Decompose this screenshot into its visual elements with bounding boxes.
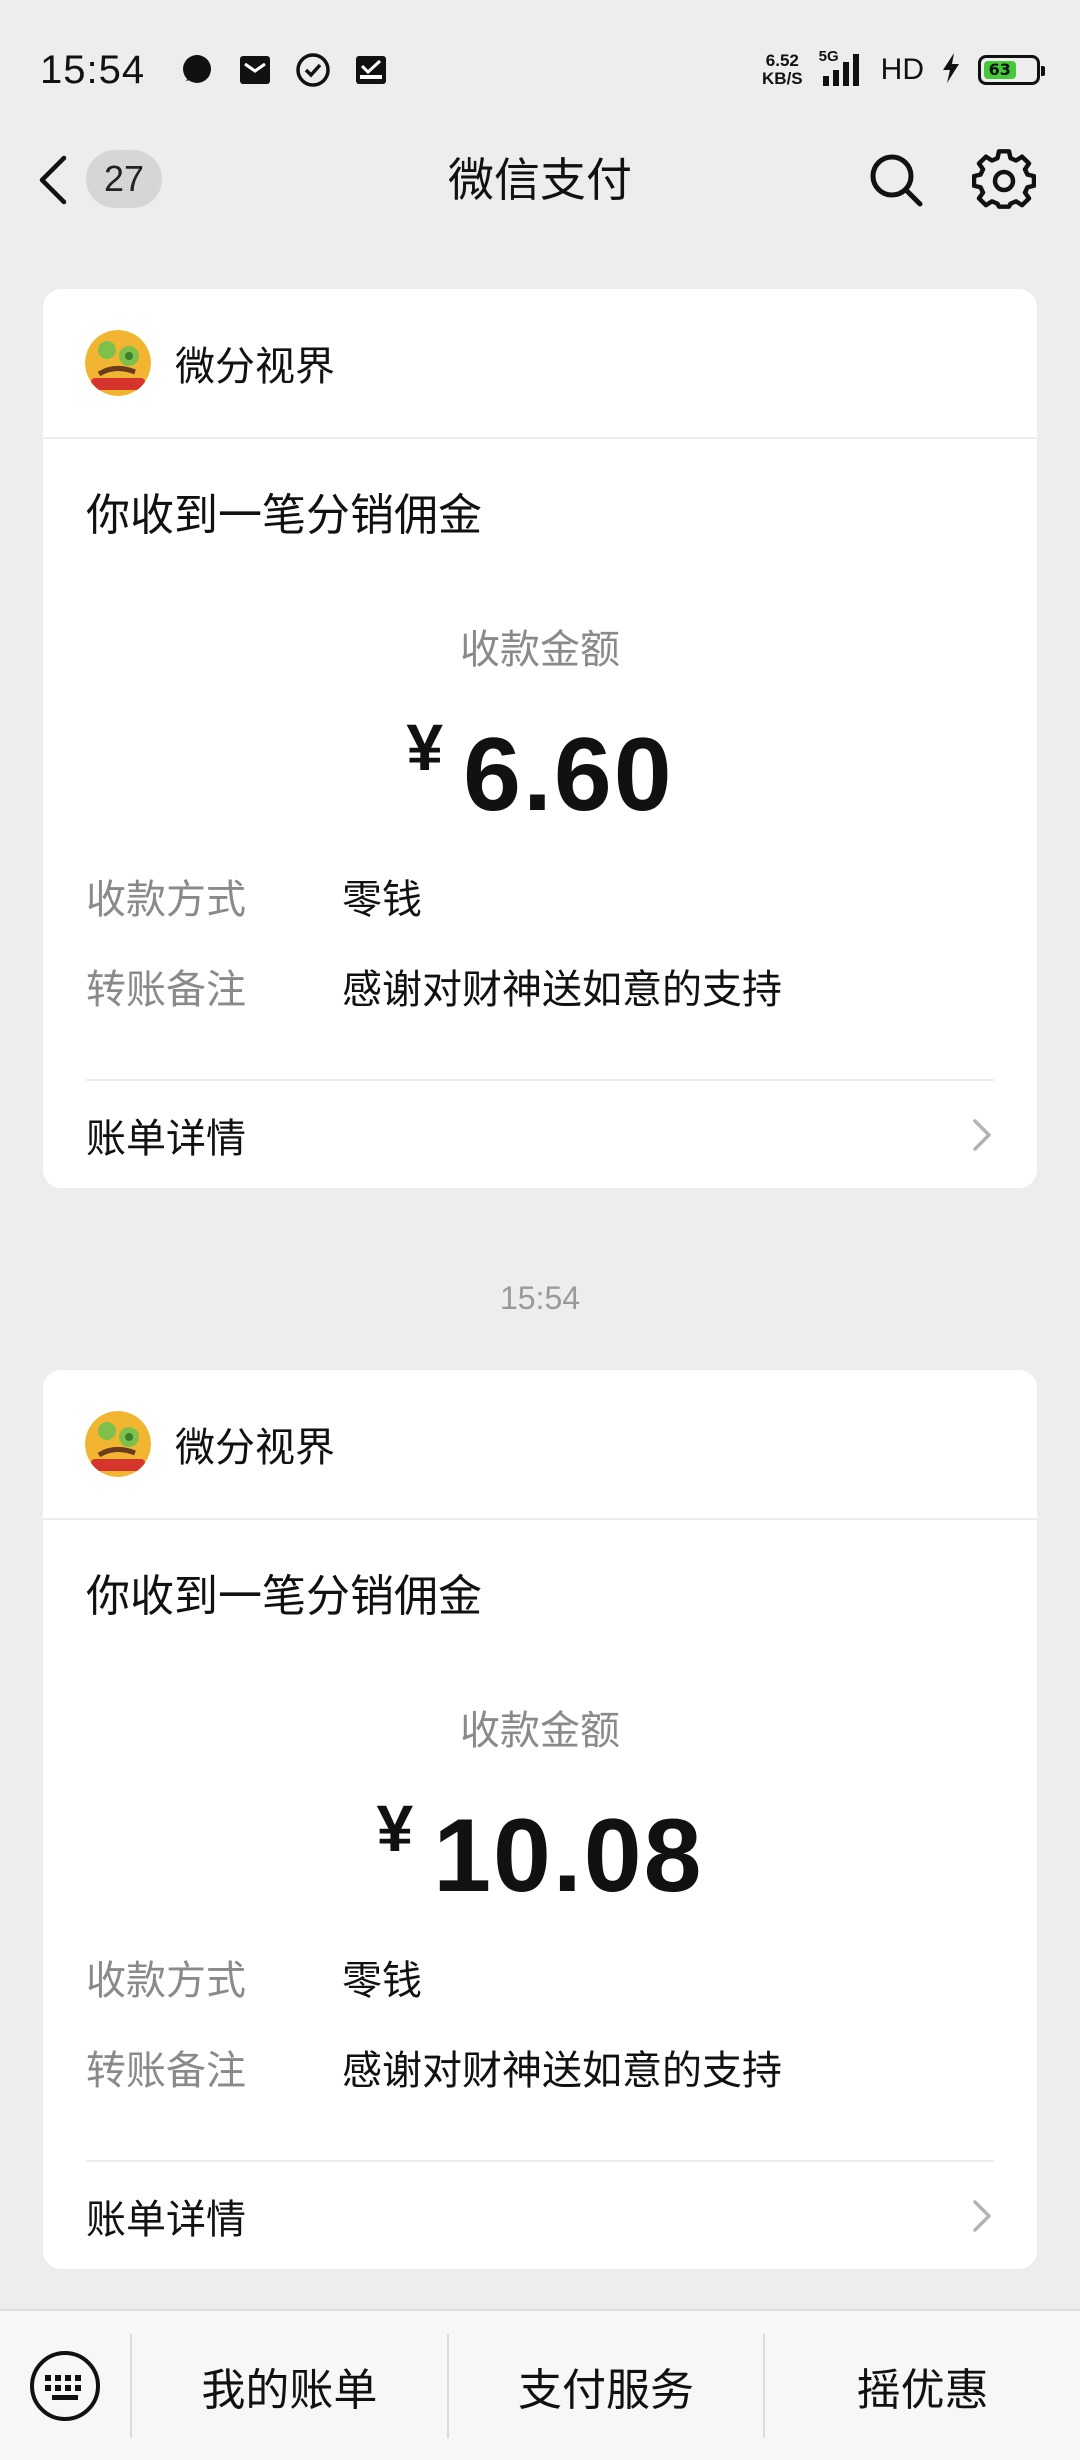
amount-label: 收款金额 bbox=[460, 1708, 620, 1754]
amount-display: ¥10.08 bbox=[43, 1790, 1037, 1916]
menu-shake-deals[interactable]: 摇优惠 bbox=[765, 2354, 1080, 2418]
message-title: 你收到一笔分销佣金 bbox=[86, 1571, 482, 1622]
status-time: 15:54 bbox=[40, 47, 146, 92]
network-speed-value: 6.52 bbox=[765, 51, 799, 70]
transfer-note-row: 转账备注 感谢对财神送如意的支持 bbox=[86, 957, 782, 1015]
notification-icons bbox=[179, 52, 389, 88]
merchant-name: 微分视界 bbox=[175, 1425, 335, 1471]
nav-bar: 27 微信支付 bbox=[0, 140, 1080, 220]
signal-bars-icon bbox=[822, 54, 859, 86]
merchant-logo bbox=[85, 330, 151, 396]
transfer-note-row: 转账备注 感谢对财神送如意的支持 bbox=[86, 2038, 782, 2096]
field-value: 零钱 bbox=[342, 877, 422, 923]
bolt-icon bbox=[940, 51, 962, 89]
field-label: 收款方式 bbox=[86, 877, 246, 923]
payment-method-row: 收款方式 零钱 bbox=[86, 867, 422, 925]
keyboard-toggle-button[interactable] bbox=[0, 2310, 130, 2460]
payment-method-row: 收款方式 零钱 bbox=[86, 1948, 422, 2006]
merchant-logo bbox=[85, 1411, 151, 1477]
bill-detail-link[interactable]: 账单详情 bbox=[43, 2162, 1037, 2269]
mail-icon bbox=[237, 52, 273, 88]
field-value: 感谢对财神送如意的支持 bbox=[342, 2048, 782, 2094]
gear-icon bbox=[971, 149, 1037, 209]
field-label: 转账备注 bbox=[86, 967, 246, 1013]
menu-my-bills[interactable]: 我的账单 bbox=[132, 2354, 447, 2418]
inbox-icon bbox=[353, 52, 389, 88]
message-title: 你收到一笔分销佣金 bbox=[86, 490, 482, 541]
chevron-right-icon bbox=[973, 1119, 991, 1151]
bottom-menu-bar: 我的账单 支付服务 摇优惠 bbox=[0, 2309, 1080, 2460]
field-value: 零钱 bbox=[342, 1958, 422, 2004]
wechat-pay-screen: 15:54 6.52 KB/S 5G HD 63 27 微信支付 微分视界 你收… bbox=[0, 0, 1080, 2460]
amount-display: ¥6.60 bbox=[43, 709, 1037, 835]
payment-message-card[interactable]: 微分视界 你收到一笔分销佣金 收款金额 ¥6.60 收款方式 零钱 转账备注 感… bbox=[43, 289, 1037, 1188]
bill-detail-label: 账单详情 bbox=[86, 1115, 246, 1162]
chat-bubble-icon bbox=[179, 52, 215, 88]
status-right-group: 6.52 KB/S 5G HD 63 bbox=[762, 48, 1045, 89]
bill-detail-label: 账单详情 bbox=[86, 2196, 246, 2243]
hd-indicator: HD bbox=[880, 53, 924, 86]
battery-icon: 63 bbox=[978, 55, 1045, 85]
network-speed: 6.52 KB/S bbox=[762, 52, 803, 88]
signal-indicator: 5G bbox=[819, 48, 865, 88]
currency-symbol: ¥ bbox=[406, 710, 444, 784]
amount-label: 收款金额 bbox=[460, 627, 620, 673]
menu-payment-services[interactable]: 支付服务 bbox=[449, 2354, 764, 2418]
field-label: 收款方式 bbox=[86, 1958, 246, 2004]
merchant-name: 微分视界 bbox=[175, 344, 335, 390]
check-circle-icon bbox=[295, 52, 331, 88]
status-bar: 15:54 6.52 KB/S 5G HD 63 bbox=[0, 0, 1080, 140]
chevron-right-icon bbox=[973, 2200, 991, 2232]
card-header: 微分视界 bbox=[43, 1370, 1037, 1520]
network-speed-unit: KB/S bbox=[762, 69, 803, 88]
message-timestamp: 15:54 bbox=[499, 1280, 581, 1316]
field-label: 转账备注 bbox=[86, 2048, 246, 2094]
keyboard-icon bbox=[30, 2350, 100, 2421]
card-header: 微分视界 bbox=[43, 289, 1037, 439]
field-value: 感谢对财神送如意的支持 bbox=[342, 967, 782, 1013]
settings-button[interactable] bbox=[971, 148, 1037, 212]
battery-level: 63 bbox=[984, 61, 1016, 79]
bill-detail-link[interactable]: 账单详情 bbox=[43, 1081, 1037, 1188]
amount-value: 10.08 bbox=[433, 1798, 704, 1914]
payment-message-card[interactable]: 微分视界 你收到一笔分销佣金 收款金额 ¥10.08 收款方式 零钱 转账备注 … bbox=[43, 1370, 1037, 2269]
search-icon bbox=[870, 154, 923, 207]
amount-value: 6.60 bbox=[463, 717, 674, 833]
currency-symbol: ¥ bbox=[376, 1791, 414, 1865]
search-button[interactable] bbox=[866, 150, 926, 210]
